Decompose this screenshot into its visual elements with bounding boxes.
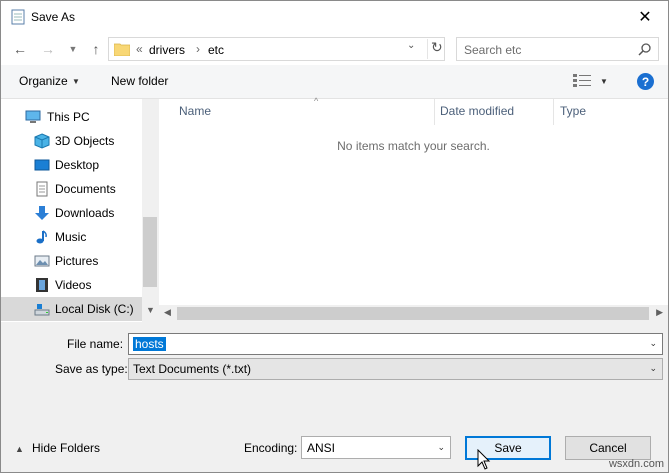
chevron-down-icon: ▼	[72, 77, 80, 86]
chevron-down-icon: ⌄	[649, 363, 657, 373]
chevron-down-icon: ▼	[68, 44, 78, 54]
tree-item-label: Pictures	[55, 254, 99, 268]
chevron-down-icon: ⌄	[437, 442, 445, 452]
new-folder-button[interactable]: New folder	[111, 74, 168, 88]
tree-item-downloads[interactable]: Downloads	[1, 201, 142, 225]
cancel-button-label: Cancel	[589, 441, 627, 455]
tree-item-pictures[interactable]: Pictures	[1, 249, 142, 273]
file-list-pane: Name ^ Date modified Type No items match…	[159, 96, 668, 322]
mouse-cursor-icon	[477, 449, 491, 470]
file-name-value[interactable]: hosts	[133, 337, 166, 351]
tree-item-this-pc[interactable]: This PC	[1, 105, 142, 129]
file-name-label: File name:	[67, 337, 124, 351]
empty-message: No items match your search.	[337, 139, 490, 153]
file-name-field[interactable]: hosts ⌄	[128, 333, 663, 355]
cancel-button[interactable]: Cancel	[565, 436, 651, 460]
column-header-type[interactable]: Type	[554, 99, 668, 125]
navigation-bar: ← → ▼ ↑ « drivers › etc ⌄ ↻ Search etc	[1, 33, 668, 65]
save-button-label: Save	[494, 441, 522, 455]
tree-item-3d-objects[interactable]: 3D Objects	[1, 129, 142, 153]
notepad-icon	[11, 9, 25, 25]
folder-icon	[114, 43, 130, 56]
encoding-value: ANSI	[307, 441, 336, 455]
download-arrow-icon	[35, 206, 49, 220]
back-button[interactable]: ←	[11, 40, 29, 58]
desktop-icon	[34, 159, 50, 171]
save-as-type-value: Text Documents (*.txt)	[133, 362, 252, 376]
close-icon: ✕	[638, 8, 652, 26]
sort-ascending-icon: ^	[314, 96, 319, 106]
document-icon	[36, 181, 48, 197]
tree-item-label: This PC	[47, 110, 90, 124]
command-toolbar: Organize ▼ New folder ▼ ?	[1, 65, 668, 99]
recent-locations-button[interactable]: ▼	[64, 40, 82, 58]
save-as-dialog: Save As ✕ ← → ▼ ↑ « drivers › etc ⌄ ↻ Se…	[0, 0, 669, 473]
address-overflow[interactable]: «	[136, 42, 143, 56]
site-watermark: wsxdn.com	[608, 458, 664, 470]
breadcrumb-separator-icon: ›	[196, 42, 200, 56]
scroll-down-icon[interactable]: ▼	[146, 305, 155, 315]
tree-item-label: Desktop	[55, 158, 100, 172]
computer-icon	[25, 110, 41, 123]
column-label: Name	[179, 104, 212, 118]
cube-icon	[34, 133, 50, 149]
tree-item-videos[interactable]: Videos	[1, 273, 142, 297]
column-header-date-modified[interactable]: Date modified	[434, 99, 554, 125]
tree-item-label: Downloads	[55, 206, 115, 220]
search-icon	[638, 43, 651, 56]
forward-arrow-icon: →	[41, 41, 55, 57]
tree-item-documents[interactable]: Documents	[1, 177, 142, 201]
save-as-type-label: Save as type:	[55, 362, 128, 376]
help-button[interactable]: ?	[637, 73, 654, 90]
tree-item-label: Local Disk (C:)	[55, 302, 134, 316]
up-button[interactable]: ↑	[87, 40, 105, 58]
horizontal-scrollbar[interactable]: ◀ ▶	[159, 305, 668, 322]
scrollbar-thumb[interactable]	[177, 307, 649, 320]
back-arrow-icon: ←	[13, 41, 27, 57]
refresh-button[interactable]: ↻	[427, 39, 445, 59]
forward-button[interactable]: →	[39, 40, 57, 58]
tree-item-label: Music	[55, 230, 87, 244]
chevron-up-icon: ▲	[15, 444, 24, 454]
search-placeholder: Search etc	[464, 43, 522, 57]
view-dropdown-icon[interactable]: ▼	[600, 77, 608, 86]
column-label: Date modified	[440, 104, 515, 118]
column-label: Type	[560, 104, 587, 118]
navigation-pane-scrollbar[interactable]: ▼	[142, 99, 158, 322]
tree-item-music[interactable]: Music	[1, 225, 142, 249]
window-title: Save As	[31, 10, 76, 24]
tree-item-local-disk[interactable]: Local Disk (C:)	[1, 297, 142, 321]
pictures-icon	[34, 255, 50, 267]
scroll-right-icon[interactable]: ▶	[656, 307, 663, 318]
breadcrumb-etc[interactable]: etc	[208, 43, 224, 57]
encoding-select[interactable]: ANSI ⌄	[301, 436, 451, 459]
tree-item-label: 3D Objects	[55, 134, 115, 148]
scroll-left-icon[interactable]: ◀	[164, 307, 171, 318]
address-bar[interactable]: « drivers › etc ⌄ ↻	[108, 37, 445, 61]
up-arrow-icon: ↑	[92, 41, 100, 57]
film-icon	[36, 278, 48, 292]
navigation-pane: This PC 3D Objects Desktop Documents Dow…	[1, 99, 158, 322]
organize-button[interactable]: Organize	[19, 74, 68, 88]
column-header-name[interactable]: Name ^	[173, 96, 435, 125]
save-as-type-select[interactable]: Text Documents (*.txt) ⌄	[128, 358, 663, 380]
music-note-icon	[36, 230, 47, 244]
breadcrumb-drivers[interactable]: drivers	[149, 43, 185, 57]
hide-folders-button[interactable]: Hide Folders	[32, 441, 100, 455]
tree-item-label: Videos	[55, 278, 92, 292]
chevron-down-icon[interactable]: ⌄	[649, 338, 657, 349]
view-options-icon[interactable]	[573, 74, 591, 88]
address-dropdown-button[interactable]: ⌄	[407, 40, 415, 51]
tree-item-label: Documents	[55, 182, 116, 196]
tree-item-desktop[interactable]: Desktop	[1, 153, 142, 177]
title-bar: Save As ✕	[1, 1, 668, 33]
close-button[interactable]: ✕	[622, 1, 668, 32]
scrollbar-thumb[interactable]	[143, 217, 157, 287]
encoding-label: Encoding:	[244, 441, 298, 455]
drive-icon	[34, 304, 50, 316]
search-input[interactable]: Search etc	[456, 37, 659, 61]
